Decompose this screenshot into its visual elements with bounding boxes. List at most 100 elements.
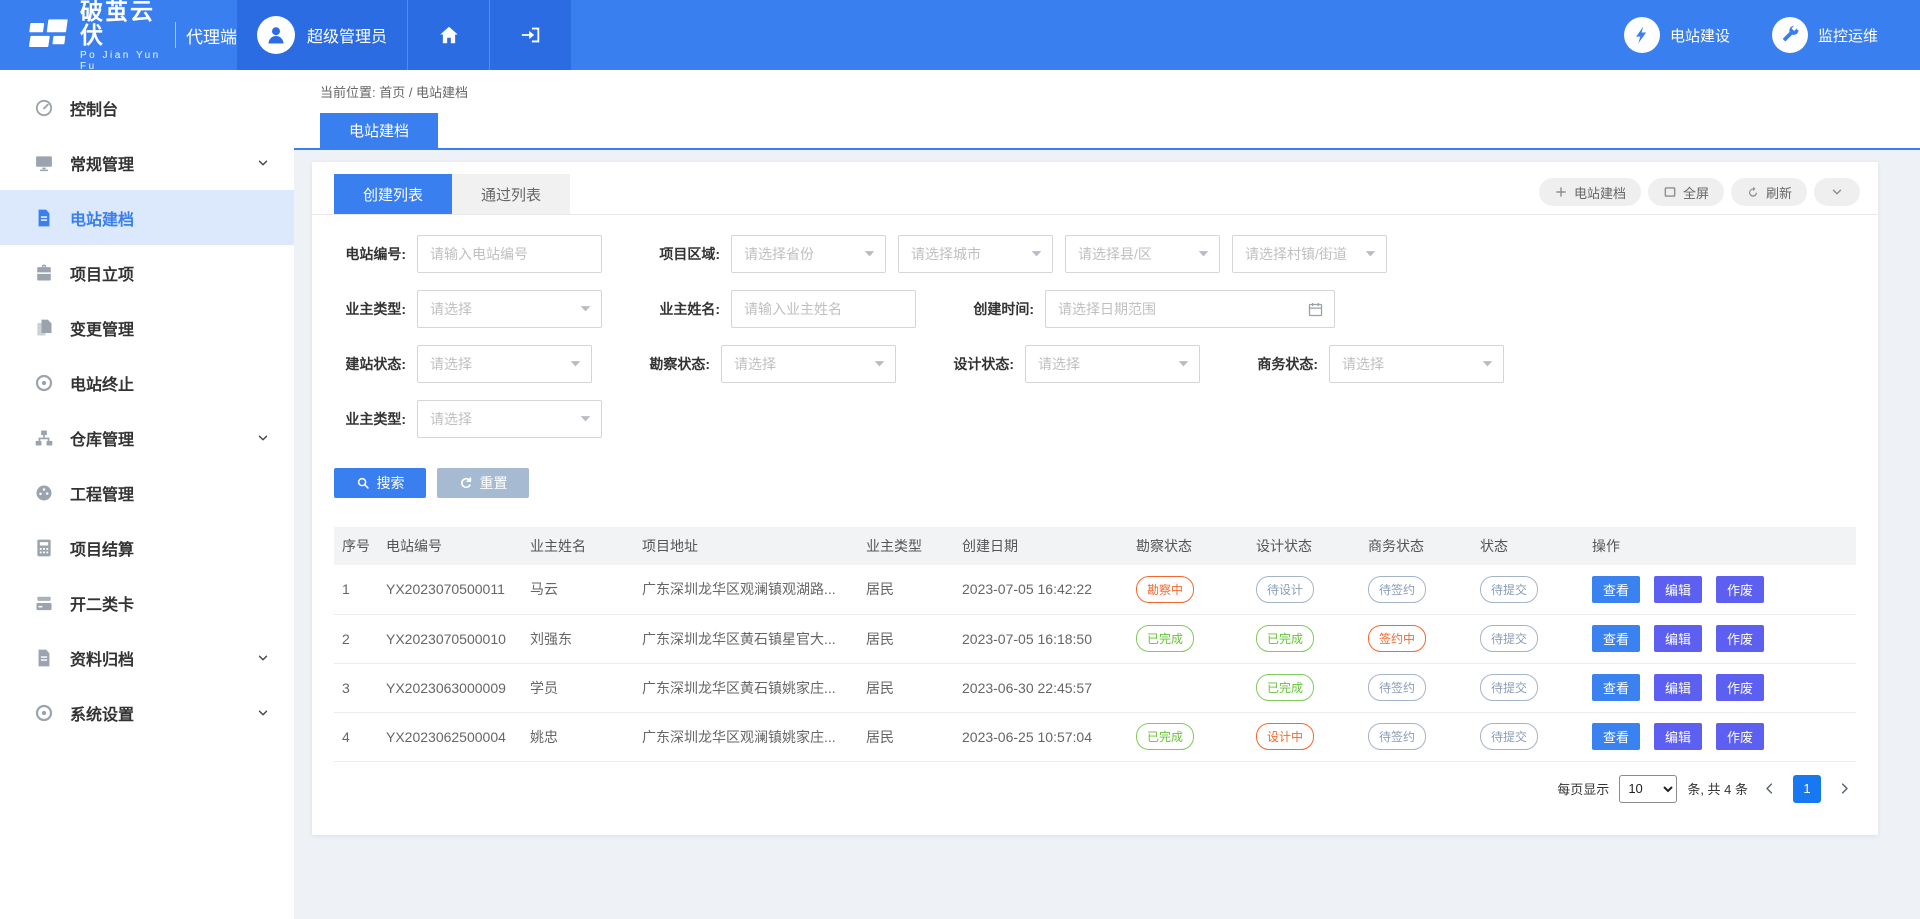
void-button[interactable]: 作废 bbox=[1716, 625, 1764, 652]
owner-name-cell: 姚忠 bbox=[522, 712, 634, 761]
toolbar-fullscreen-button[interactable]: 全屏 bbox=[1648, 178, 1724, 206]
sidebar-item-11[interactable]: 资料归档 bbox=[0, 630, 294, 685]
filter-actions: 搜索 重置 bbox=[312, 455, 1878, 498]
filter-select[interactable]: 请选择 bbox=[721, 345, 896, 383]
filter-label: 业主姓名: bbox=[648, 299, 720, 319]
filter-select[interactable]: 请选择城市 bbox=[898, 235, 1053, 273]
calculator-icon bbox=[34, 538, 54, 558]
filter-label: 电站编号: bbox=[334, 244, 406, 264]
sidebar-item-5[interactable]: 变更管理 bbox=[0, 300, 294, 355]
toolbar-chevron-down-button[interactable] bbox=[1814, 178, 1860, 206]
owner-type-cell: 居民 bbox=[858, 614, 954, 663]
date-range-input[interactable] bbox=[1046, 291, 1307, 327]
filter-text-input[interactable] bbox=[417, 235, 602, 273]
header-quick-nav: 电站建设 监控运维 bbox=[1624, 0, 1920, 70]
status-badge: 签约中 bbox=[1368, 625, 1426, 652]
edit-button[interactable]: 编辑 bbox=[1654, 625, 1702, 652]
user-menu[interactable]: 超级管理员 bbox=[237, 0, 407, 70]
sidebar-item-9[interactable]: 项目结算 bbox=[0, 520, 294, 575]
sidebar-item-8[interactable]: 工程管理 bbox=[0, 465, 294, 520]
list-tabs: 创建列表通过列表 bbox=[334, 174, 570, 214]
edit-button[interactable]: 编辑 bbox=[1654, 674, 1702, 701]
page-number-button[interactable]: 1 bbox=[1793, 775, 1821, 803]
void-button[interactable]: 作废 bbox=[1716, 723, 1764, 750]
select-placeholder: 请选择 bbox=[430, 299, 472, 319]
sidebar-item-4[interactable]: 项目立项 bbox=[0, 245, 294, 300]
tabs-bar: 创建列表通过列表 电站建档全屏刷新 bbox=[312, 162, 1878, 215]
view-button[interactable]: 查看 bbox=[1592, 723, 1640, 750]
select-placeholder: 请选择县/区 bbox=[1078, 244, 1152, 264]
search-button[interactable]: 搜索 bbox=[334, 468, 426, 498]
view-button[interactable]: 查看 bbox=[1592, 625, 1640, 652]
tab-1[interactable]: 创建列表 bbox=[334, 174, 452, 214]
filter-select[interactable]: 请选择 bbox=[1025, 345, 1200, 383]
column-header: 状态 bbox=[1472, 527, 1584, 565]
prev-page-button[interactable] bbox=[1758, 781, 1781, 796]
home-button[interactable] bbox=[407, 0, 489, 70]
filter-select[interactable]: 请选择 bbox=[1329, 345, 1504, 383]
toolbar-plus-button[interactable]: 电站建档 bbox=[1539, 178, 1641, 206]
survey-status-cell: 已完成 bbox=[1128, 614, 1248, 663]
sidebar-item-1[interactable]: 控制台 bbox=[0, 80, 294, 135]
calendar-icon bbox=[1307, 301, 1324, 318]
project-address-cell: 广东深圳龙华区观澜镇观湖路... bbox=[634, 565, 858, 614]
filter-select[interactable]: 请选择 bbox=[417, 400, 602, 438]
filter-row-2: 业主类型:请选择业主姓名:创建时间: bbox=[334, 290, 1856, 328]
edit-button[interactable]: 编辑 bbox=[1654, 723, 1702, 750]
monitor-icon bbox=[34, 153, 54, 173]
sidebar-item-label: 项目立项 bbox=[70, 261, 134, 285]
logout-button[interactable] bbox=[489, 0, 571, 70]
station-code-cell: YX2023063000009 bbox=[378, 663, 522, 712]
view-button[interactable]: 查看 bbox=[1592, 576, 1640, 603]
next-page-button[interactable] bbox=[1833, 781, 1856, 796]
toolbar-refresh-button[interactable]: 刷新 bbox=[1731, 178, 1807, 206]
tab-2[interactable]: 通过列表 bbox=[452, 174, 570, 214]
main-content: 当前位置: 首页 / 电站建档 电站建档 创建列表通过列表 电站建档全屏刷新 电… bbox=[294, 70, 1920, 919]
sidebar-item-7[interactable]: 仓库管理 bbox=[0, 410, 294, 465]
caret-down-icon bbox=[580, 415, 591, 423]
sidebar-item-6[interactable]: 电站终止 bbox=[0, 355, 294, 410]
void-button[interactable]: 作废 bbox=[1716, 674, 1764, 701]
select-placeholder: 请选择村镇/街道 bbox=[1245, 244, 1347, 264]
sidebar-item-12[interactable]: 系统设置 bbox=[0, 685, 294, 740]
refresh-icon bbox=[1746, 185, 1760, 199]
sidebar-item-label: 电站建档 bbox=[70, 206, 134, 230]
username: 超级管理员 bbox=[307, 23, 387, 47]
table-row: 1YX2023070500011马云广东深圳龙华区观澜镇观湖路...居民2023… bbox=[334, 565, 1856, 614]
filter-select[interactable]: 请选择 bbox=[417, 345, 592, 383]
portal-label: 代理端 bbox=[186, 23, 237, 48]
select-placeholder: 请选择 bbox=[1342, 354, 1384, 374]
filter-select[interactable]: 请选择省份 bbox=[731, 235, 886, 273]
filter-group: 请选择县/区 bbox=[1065, 235, 1220, 273]
user-section: 超级管理员 bbox=[237, 0, 571, 70]
date-range-picker[interactable] bbox=[1045, 290, 1335, 328]
status-badge: 待签约 bbox=[1368, 723, 1426, 750]
filter-select[interactable]: 请选择村镇/街道 bbox=[1232, 235, 1387, 273]
column-header: 勘察状态 bbox=[1128, 527, 1248, 565]
sidebar-item-2[interactable]: 常规管理 bbox=[0, 135, 294, 190]
filter-select[interactable]: 请选择 bbox=[417, 290, 602, 328]
page-tab[interactable]: 电站建档 bbox=[320, 113, 438, 148]
plus-icon bbox=[1554, 185, 1568, 199]
quick-link-2[interactable]: 监控运维 bbox=[1772, 17, 1878, 53]
quick-link-1[interactable]: 电站建设 bbox=[1624, 17, 1730, 53]
top-header: 破茧云伏 Po Jian Yun Fu 代理端 超级管理员 电站建设监控运维 bbox=[0, 0, 1920, 70]
column-header: 操作 bbox=[1584, 527, 1856, 565]
filter-row-4: 业主类型:请选择 bbox=[334, 400, 1856, 438]
filter-group: 请选择村镇/街道 bbox=[1232, 235, 1387, 273]
per-page-select[interactable]: 10 bbox=[1619, 775, 1677, 803]
filter-select[interactable]: 请选择县/区 bbox=[1065, 235, 1220, 273]
fullscreen-icon bbox=[1663, 185, 1677, 199]
breadcrumb-bar: 当前位置: 首页 / 电站建档 电站建档 bbox=[294, 70, 1920, 150]
sidebar-item-3[interactable]: 电站建档 bbox=[0, 190, 294, 245]
created-date-cell: 2023-06-30 22:45:57 bbox=[954, 663, 1128, 712]
sidebar-item-10[interactable]: 开二类卡 bbox=[0, 575, 294, 630]
filter-text-input[interactable] bbox=[731, 290, 916, 328]
reset-button[interactable]: 重置 bbox=[437, 468, 529, 498]
select-placeholder: 请选择省份 bbox=[744, 244, 814, 264]
breadcrumb: 当前位置: 首页 / 电站建档 bbox=[320, 82, 1920, 101]
view-button[interactable]: 查看 bbox=[1592, 674, 1640, 701]
filter-form: 电站编号:项目区域:请选择省份请选择城市请选择县/区请选择村镇/街道业主类型:请… bbox=[312, 215, 1878, 438]
void-button[interactable]: 作废 bbox=[1716, 576, 1764, 603]
edit-button[interactable]: 编辑 bbox=[1654, 576, 1702, 603]
